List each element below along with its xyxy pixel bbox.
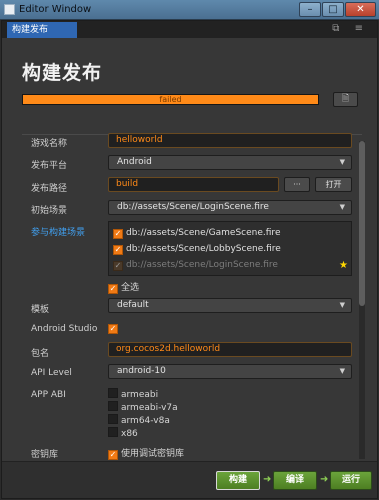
api-level-value: android-10: [117, 366, 166, 376]
scene-item-lobby[interactable]: ✓ db://assets/Scene/LobbyScene.fire: [113, 243, 281, 257]
arrow-right-icon: ➜: [263, 474, 272, 485]
package-name-label: 包名: [31, 349, 50, 359]
window-titlebar[interactable]: Editor Window – □ ✕: [0, 0, 379, 20]
build-progress-bar: failed: [22, 94, 319, 105]
scene-item-login: ✓ db://assets/Scene/LoginScene.fire: [113, 259, 278, 273]
start-scene-label: 初始场景: [31, 206, 68, 216]
window-body: 构建发布 ⧉ ≡ 构建发布 failed 🗎 游戏名称 helloworld 发…: [1, 20, 378, 499]
debug-keystore-label: 使用调试密钥库: [121, 449, 185, 459]
minimize-button[interactable]: –: [299, 2, 321, 17]
app-abi-label: APP ABI: [31, 390, 66, 400]
api-level-select[interactable]: android-10 ▼: [108, 364, 352, 379]
abi-option-armeabi[interactable]: armeabi: [108, 388, 158, 400]
platform-label: 发布平台: [31, 161, 68, 171]
checkbox[interactable]: ✓: [113, 229, 123, 239]
build-status-text: failed: [159, 95, 182, 104]
scene-item-game[interactable]: ✓ db://assets/Scene/GameScene.fire: [113, 227, 280, 241]
build-path-input[interactable]: build: [108, 177, 279, 192]
scene-list: ✓ db://assets/Scene/GameScene.fire ✓ db://…: [108, 221, 352, 276]
abi-option-arm64-v8a[interactable]: arm64-v8a: [108, 414, 170, 426]
build-button[interactable]: 构建: [216, 471, 260, 490]
panel-menu-icons[interactable]: ⧉ ≡: [332, 23, 369, 34]
game-name-label: 游戏名称: [31, 139, 68, 149]
compile-button[interactable]: 编译: [273, 471, 317, 490]
platform-select[interactable]: Android ▼: [108, 155, 352, 170]
chevron-down-icon: ▼: [339, 301, 345, 309]
template-label: 模板: [31, 305, 50, 315]
platform-value: Android: [117, 157, 152, 167]
tab-build-publish[interactable]: 构建发布: [7, 22, 77, 38]
app-icon: [4, 4, 15, 15]
document-icon: 🗎: [341, 94, 350, 104]
chevron-down-icon: ▼: [339, 158, 345, 166]
keystore-label: 密钥库: [31, 450, 59, 460]
chevron-down-icon: ▼: [339, 203, 345, 211]
checkbox[interactable]: [108, 414, 118, 424]
checkbox[interactable]: [108, 388, 118, 398]
abi-label: x86: [121, 429, 138, 439]
build-log-button[interactable]: 🗎: [333, 92, 358, 107]
package-name-input[interactable]: org.cocos2d.helloworld: [108, 342, 352, 357]
game-name-input[interactable]: helloworld: [108, 133, 352, 148]
open-folder-button[interactable]: 打开: [315, 177, 352, 192]
api-level-label: API Level: [31, 368, 72, 378]
abi-label: arm64-v8a: [121, 416, 170, 426]
checkbox-disabled: ✓: [113, 261, 123, 271]
scroll-thumb[interactable]: [359, 141, 365, 306]
checkbox[interactable]: ✓: [108, 450, 118, 460]
scene-path: db://assets/Scene/GameScene.fire: [126, 228, 281, 238]
template-select[interactable]: default ▼: [108, 298, 352, 313]
abi-option-x86[interactable]: x86: [108, 427, 138, 439]
abi-label: armeabi: [121, 390, 159, 400]
template-value: default: [117, 300, 149, 310]
checkbox[interactable]: [108, 401, 118, 411]
abi-option-armeabi-v7a[interactable]: armeabi-v7a: [108, 401, 178, 413]
window-title: Editor Window: [19, 4, 92, 15]
start-scene-select[interactable]: db://assets/Scene/LoginScene.fire ▼: [108, 200, 352, 215]
checkbox[interactable]: ✓: [113, 245, 123, 255]
page-title: 构建发布: [22, 62, 103, 84]
abi-label: armeabi-v7a: [121, 403, 178, 413]
scene-path: db://assets/Scene/LoginScene.fire: [126, 260, 278, 270]
browse-button[interactable]: ···: [284, 177, 310, 192]
checkbox[interactable]: [108, 427, 118, 437]
build-path-label: 发布路径: [31, 184, 68, 194]
close-button[interactable]: ✕: [345, 2, 376, 17]
scrollbar[interactable]: [359, 141, 365, 459]
checkbox[interactable]: ✓: [108, 324, 118, 334]
action-bar: 构建 ➜ 编译 ➜ 运行: [2, 461, 377, 498]
scene-path: db://assets/Scene/LobbyScene.fire: [126, 244, 281, 254]
select-all-checkbox[interactable]: ✓ 全选: [108, 280, 139, 294]
checkbox[interactable]: ✓: [108, 284, 118, 294]
select-all-label: 全选: [121, 283, 140, 293]
tab-bar: 构建发布 ⧉ ≡: [2, 21, 377, 38]
chevron-down-icon: ▼: [339, 367, 345, 375]
run-button[interactable]: 运行: [330, 471, 372, 490]
debug-keystore-checkbox[interactable]: ✓ 使用调试密钥库: [108, 446, 184, 460]
arrow-right-icon: ➜: [320, 474, 329, 485]
android-studio-checkbox[interactable]: ✓: [108, 323, 121, 334]
star-icon: ★: [339, 260, 348, 271]
scenes-label: 参与构建场景: [31, 228, 86, 238]
start-scene-value: db://assets/Scene/LoginScene.fire: [117, 202, 269, 212]
maximize-button[interactable]: □: [322, 2, 344, 17]
android-studio-label: Android Studio: [31, 324, 98, 334]
